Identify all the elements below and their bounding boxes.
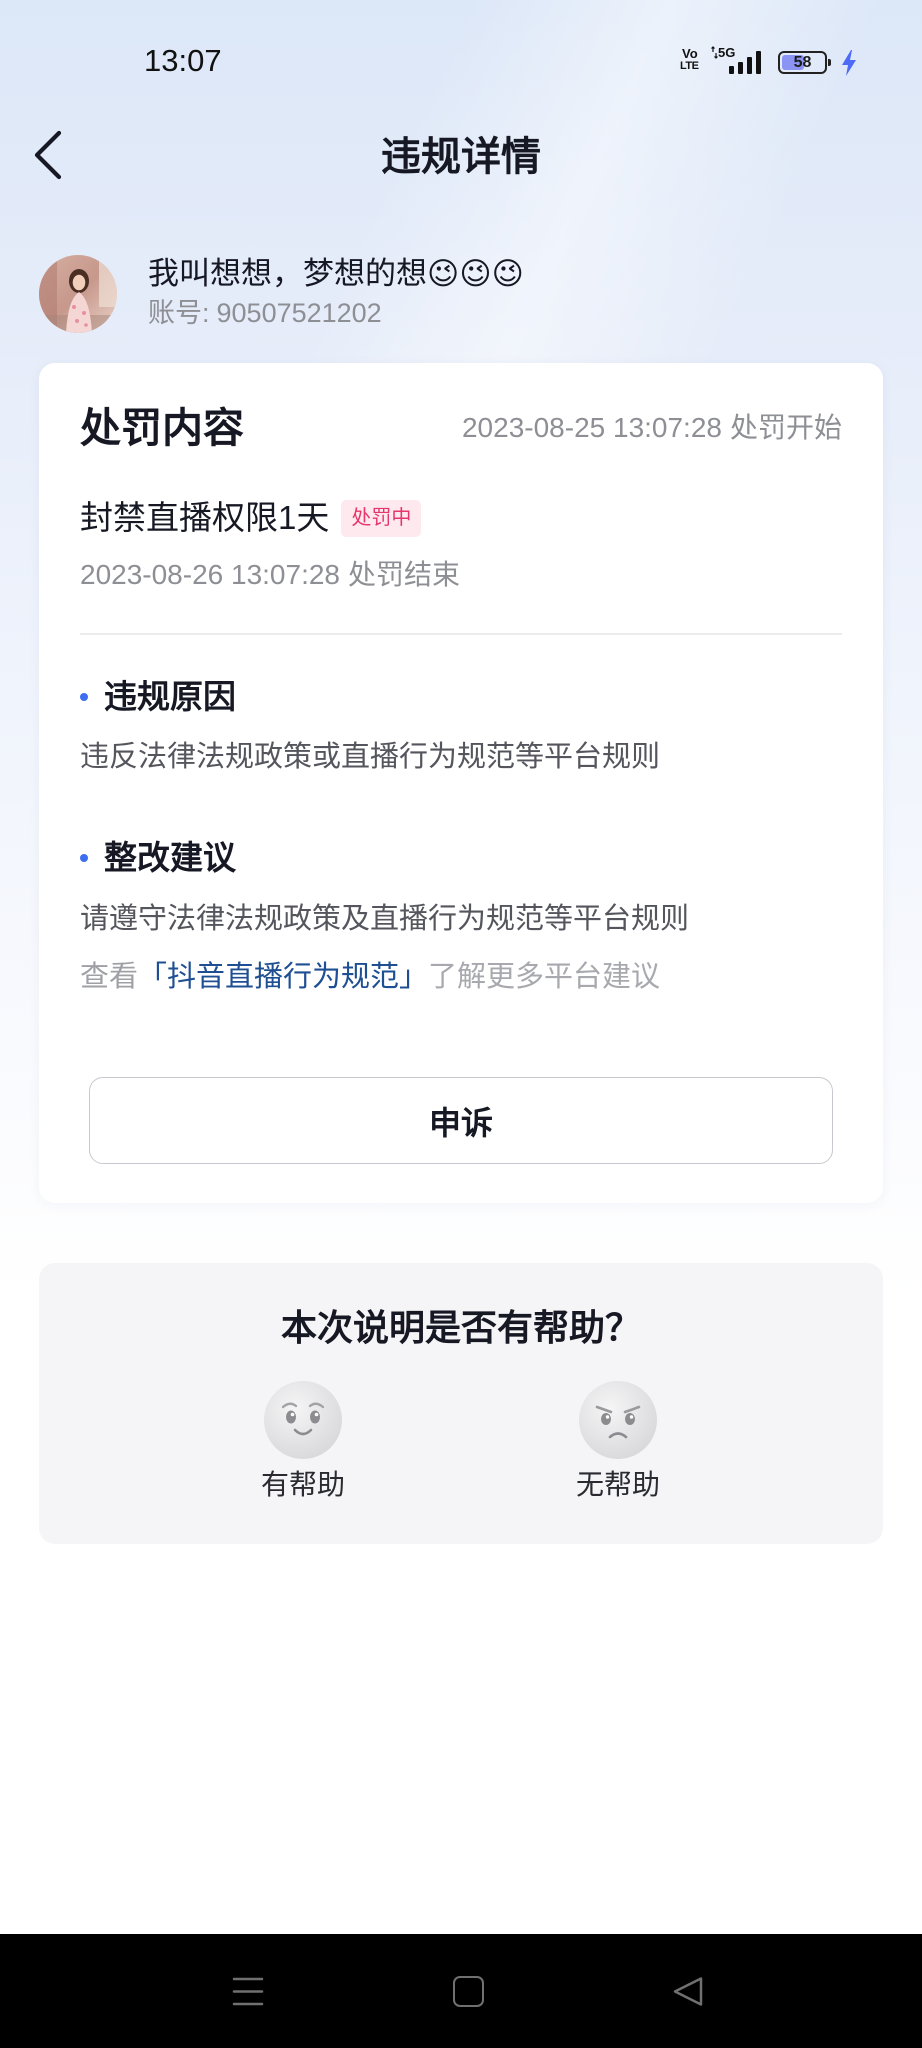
charging-icon xyxy=(842,50,856,76)
appeal-button[interactable]: 申诉 xyxy=(89,1077,833,1164)
smiling-face-icon xyxy=(264,1381,342,1459)
frowning-face-icon xyxy=(579,1381,657,1459)
not-helpful-label: 无帮助 xyxy=(575,1469,660,1500)
rectification-heading: 整改建议 xyxy=(80,837,236,879)
penalty-card: 处罚内容 2023-08-25 13:07:28 处罚开始 封禁直播权限1天 处罚… xyxy=(39,363,883,1203)
divider xyxy=(80,633,842,635)
back-triangle-icon[interactable] xyxy=(671,1976,704,2007)
avatar xyxy=(39,255,117,333)
system-nav-bar xyxy=(0,1934,922,2048)
bullet-dot xyxy=(80,854,88,862)
penalty-start-label: 处罚开始 xyxy=(729,412,842,443)
guideline-suffix: 了解更多平台建议 xyxy=(428,961,661,993)
feedback-question: 本次说明是否有帮助？ xyxy=(280,1307,641,1348)
penalty-end-label: 处罚结束 xyxy=(348,559,461,590)
guideline-row: 查看「抖音直播行为规范」了解更多平台建议 xyxy=(80,958,660,996)
status-time: 13:07 xyxy=(144,43,222,78)
account-label: 账号: xyxy=(148,298,210,328)
helpful-label: 有帮助 xyxy=(260,1469,345,1500)
helpful-option[interactable]: 有帮助 xyxy=(223,1380,383,1503)
profile-name: 我叫想想，梦想的想😉😉😉 xyxy=(148,256,524,291)
account-info: 账号: 90507521202 xyxy=(148,296,382,330)
network-type-label: 5G xyxy=(718,45,736,60)
account-id: 90507521202 xyxy=(216,298,382,328)
menu-icon[interactable] xyxy=(232,1976,264,2007)
battery-level: 58 xyxy=(793,54,812,71)
feedback-card: 本次说明是否有帮助？ 有帮助 无帮助 xyxy=(39,1263,883,1544)
not-helpful-option[interactable]: 无帮助 xyxy=(538,1380,698,1503)
bullet-dot xyxy=(80,693,88,701)
guideline-link[interactable]: 「抖音直播行为规范」 xyxy=(138,961,428,993)
guideline-prefix: 查看 xyxy=(80,961,139,993)
rectification-text: 请遵守法律法规政策及直播行为规范等平台规则 xyxy=(80,903,690,935)
penalty-start: 2023-08-25 13:07:28 处罚开始 xyxy=(462,410,842,446)
penalty-title: 封禁直播权限1天 xyxy=(80,499,330,536)
signal-bar xyxy=(747,57,752,74)
status-badge: 处罚中 xyxy=(341,499,422,537)
penalty-start-time: 2023-08-25 13:07:28 xyxy=(461,412,722,443)
section-heading-label: 违规原因 xyxy=(104,678,236,715)
penalty-title-row: 封禁直播权限1天 处罚中 xyxy=(80,497,422,539)
home-square-icon[interactable] xyxy=(453,1976,484,2007)
battery-icon: 58 xyxy=(778,51,831,74)
page-title: 违规详情 xyxy=(381,135,541,179)
penalty-end: 2023-08-26 13:07:28 处罚结束 xyxy=(80,557,460,593)
volte-icon: Vo LTE xyxy=(680,47,704,74)
volte-label-top: Vo xyxy=(682,46,698,61)
section-heading-label: 整改建议 xyxy=(104,839,236,876)
violation-reason-heading: 违规原因 xyxy=(80,676,236,718)
signal-icon: 5G xyxy=(711,46,767,74)
penalty-heading: 处罚内容 xyxy=(80,405,244,451)
data-arrows-icon xyxy=(711,46,718,59)
volte-label-bottom: LTE xyxy=(680,60,699,72)
violation-reason-text: 违反法律法规政策或直播行为规范等平台规则 xyxy=(80,741,661,773)
signal-bar xyxy=(729,66,734,74)
penalty-end-time: 2023-08-26 13:07:28 xyxy=(80,559,340,590)
battery-nub xyxy=(828,59,831,66)
signal-bar xyxy=(738,62,743,74)
signal-bar xyxy=(756,51,761,74)
